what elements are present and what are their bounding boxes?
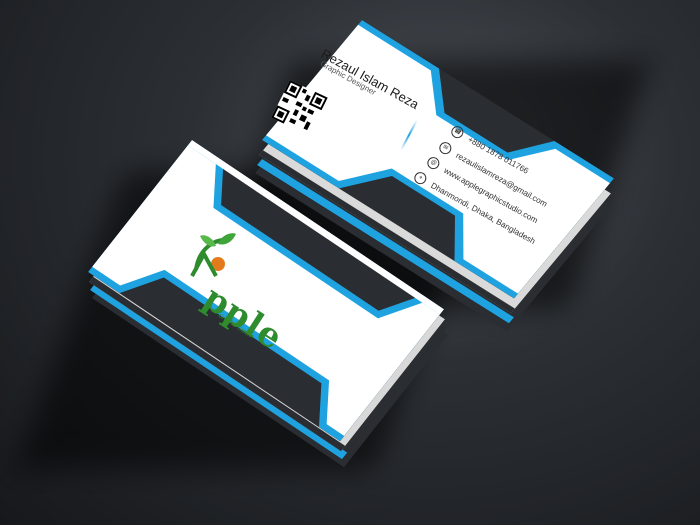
scene: Rezaul Islam Reza Graphic Designer ☎ +88… xyxy=(0,0,700,525)
